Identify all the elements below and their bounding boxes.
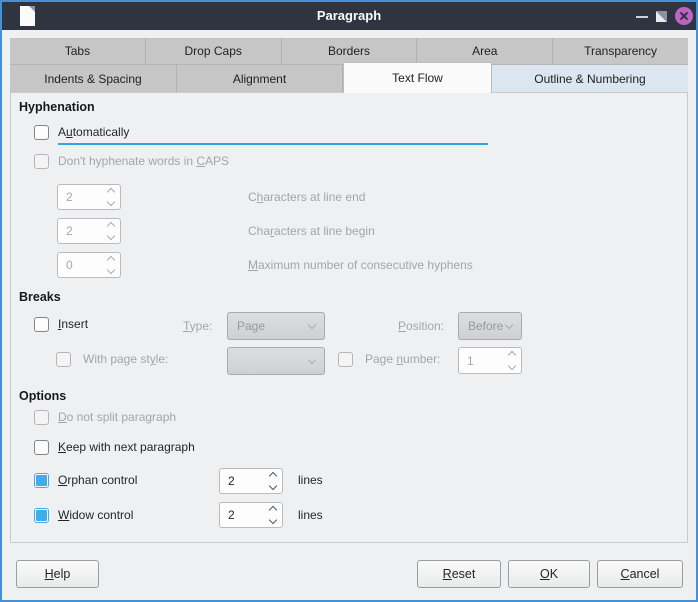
orphan-lines-spinner[interactable]: 2: [219, 468, 283, 494]
spin-up-icon: [107, 222, 115, 230]
reset-button[interactable]: Reset: [417, 560, 501, 588]
orphan-lines-suffix: lines: [298, 472, 323, 489]
page-number-label: Page number:: [365, 351, 440, 368]
orphan-control-label[interactable]: Orphan control: [58, 472, 137, 489]
spin-down-icon: [107, 198, 115, 206]
page-number-spinner: 1: [458, 347, 522, 374]
chars-line-end-value: 2: [66, 190, 73, 204]
tab-drop-caps[interactable]: Drop Caps: [146, 38, 282, 65]
widow-lines-spinner[interactable]: 2: [219, 502, 283, 528]
orphan-lines-value: 2: [228, 474, 235, 488]
chars-line-end-spinner: 2: [57, 184, 121, 210]
chars-line-begin-value: 2: [66, 224, 73, 238]
spin-up-icon[interactable]: [269, 506, 277, 514]
ok-button[interactable]: OK: [508, 560, 590, 588]
orphan-control-checkbox[interactable]: [34, 473, 49, 488]
chevron-down-icon: [308, 356, 316, 364]
widow-lines-value: 2: [228, 508, 235, 522]
no-caps-checkbox: [34, 154, 49, 169]
type-label: Type:: [183, 318, 212, 335]
type-value: Page: [237, 319, 265, 333]
automatically-checkbox[interactable]: [34, 125, 49, 140]
spin-down-icon[interactable]: [269, 516, 277, 524]
breaks-heading: Breaks: [19, 290, 61, 304]
hyphenation-heading: Hyphenation: [19, 100, 95, 114]
insert-checkbox[interactable]: [34, 317, 49, 332]
tab-indents-spacing[interactable]: Indents & Spacing: [10, 65, 177, 92]
tab-transparency[interactable]: Transparency: [553, 38, 688, 65]
keep-with-next-checkbox[interactable]: [34, 440, 49, 455]
no-caps-label: Don't hyphenate words in CAPS: [58, 153, 229, 170]
spin-down-icon[interactable]: [269, 482, 277, 490]
with-page-style-label: With page style:: [83, 351, 168, 368]
max-hyphens-value: 0: [66, 258, 73, 272]
spin-down-icon: [508, 362, 516, 370]
insert-label[interactable]: Insert: [58, 316, 88, 333]
position-value: Before: [468, 319, 503, 333]
tab-outline-numbering[interactable]: Outline & Numbering: [492, 65, 688, 92]
focus-underline: [58, 143, 488, 145]
with-page-style-checkbox: [56, 352, 71, 367]
page-number-value: 1: [467, 354, 474, 368]
do-not-split-checkbox: [34, 410, 49, 425]
position-dropdown: Before: [458, 312, 522, 340]
chars-line-begin-spinner: 2: [57, 218, 121, 244]
spin-down-icon: [107, 232, 115, 240]
automatically-label[interactable]: Automatically: [58, 124, 129, 141]
titlebar[interactable]: Paragraph: [2, 2, 696, 30]
page-style-dropdown: [227, 347, 325, 375]
cancel-button[interactable]: Cancel: [597, 560, 683, 588]
max-hyphens-label: Maximum number of consecutive hyphens: [248, 257, 473, 274]
spin-up-icon: [107, 188, 115, 196]
widow-control-checkbox[interactable]: [34, 508, 49, 523]
keep-with-next-label[interactable]: Keep with next paragraph: [58, 439, 195, 456]
chars-line-begin-label: Characters at line begin: [248, 223, 375, 240]
window-title: Paragraph: [2, 2, 696, 30]
options-heading: Options: [19, 389, 66, 403]
chevron-down-icon: [505, 321, 513, 329]
help-button[interactable]: Help: [16, 560, 99, 588]
chevron-down-icon: [308, 321, 316, 329]
paragraph-dialog: Paragraph Tabs Drop Caps Borders Area Tr…: [0, 0, 698, 602]
widow-lines-suffix: lines: [298, 507, 323, 524]
max-hyphens-spinner: 0: [57, 252, 121, 278]
spin-down-icon: [107, 266, 115, 274]
type-dropdown: Page: [227, 312, 325, 340]
spin-up-icon: [107, 256, 115, 264]
tab-alignment[interactable]: Alignment: [177, 65, 343, 92]
tab-row-1: Tabs Drop Caps Borders Area Transparency: [10, 38, 688, 65]
position-label: Position:: [398, 318, 444, 335]
tab-text-flow[interactable]: Text Flow: [343, 62, 492, 93]
close-icon[interactable]: [675, 7, 693, 25]
spin-up-icon[interactable]: [269, 472, 277, 480]
page-number-checkbox: [338, 352, 353, 367]
tab-borders[interactable]: Borders: [282, 38, 418, 65]
minimize-icon[interactable]: [636, 16, 648, 18]
chars-line-end-label: Characters at line end: [248, 189, 365, 206]
spin-up-icon: [508, 351, 516, 359]
restore-icon[interactable]: [656, 11, 667, 22]
widow-control-label[interactable]: Widow control: [58, 507, 133, 524]
do-not-split-label: Do not split paragraph: [58, 409, 176, 426]
tab-area[interactable]: Area: [417, 38, 553, 65]
tab-tabs[interactable]: Tabs: [10, 38, 146, 65]
